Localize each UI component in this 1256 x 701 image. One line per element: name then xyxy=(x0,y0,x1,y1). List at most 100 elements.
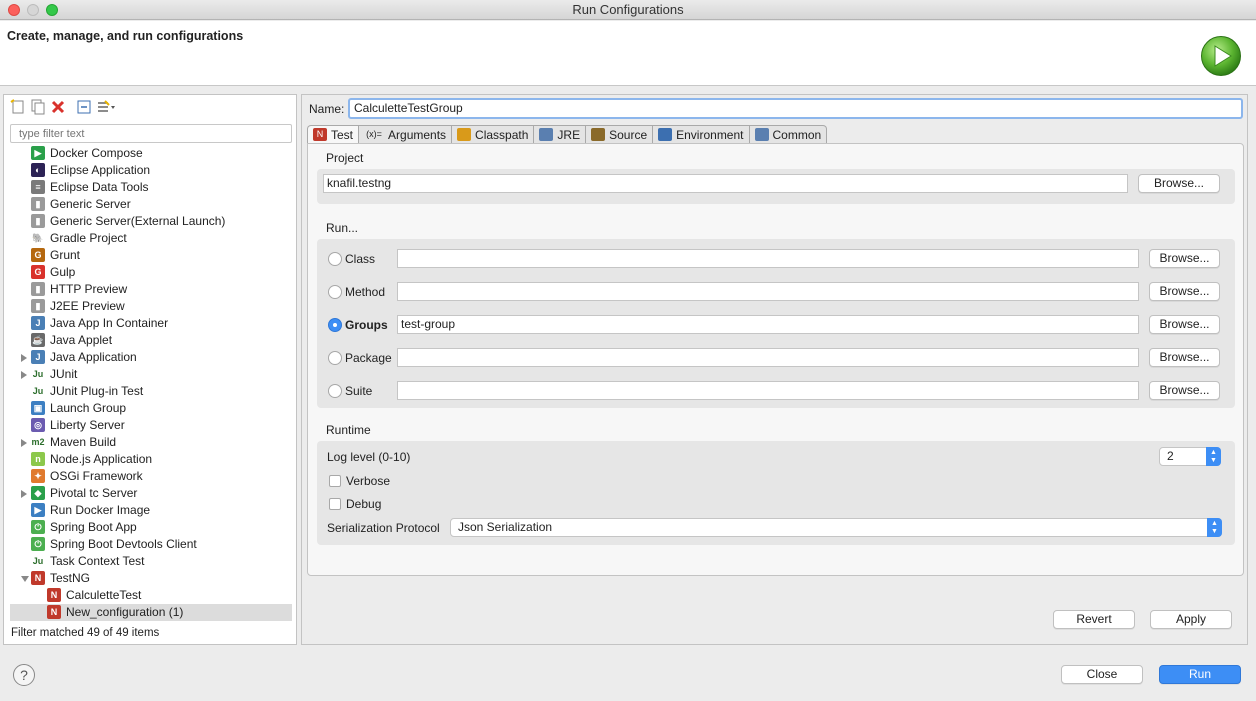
classpath-icon xyxy=(457,128,472,141)
class-browse-button[interactable]: Browse... xyxy=(1149,249,1220,268)
class-label: Class xyxy=(345,252,376,266)
tab-source[interactable]: Source xyxy=(586,125,654,144)
tree-item[interactable]: J Java Application xyxy=(4,349,296,366)
tree-item[interactable]: ▮ Generic Server(External Launch) xyxy=(4,213,296,230)
new-configuration-icon[interactable] xyxy=(10,99,26,115)
close-button[interactable]: Close xyxy=(1061,665,1143,684)
tree-item-label: JUnit xyxy=(50,367,78,381)
tab-common[interactable]: Common xyxy=(749,125,828,144)
package-input[interactable] xyxy=(397,348,1139,367)
tree-item[interactable]: G Grunt xyxy=(4,247,296,264)
method-input[interactable] xyxy=(397,282,1139,301)
debug-label: Debug xyxy=(346,497,382,511)
tree-item[interactable]: Ju Task Context Test xyxy=(4,553,296,570)
liberty-icon: ◎ xyxy=(31,418,45,432)
tree-item[interactable]: ≡ Eclipse Data Tools xyxy=(4,179,296,196)
tree-item[interactable]: ▮ Generic Server xyxy=(4,196,296,213)
tree-item[interactable]: ◎ Liberty Server xyxy=(4,417,296,434)
collapsed-chevron-icon[interactable] xyxy=(21,439,27,447)
tree-item[interactable]: Ju JUnit Plug-in Test xyxy=(4,383,296,400)
class-radio[interactable] xyxy=(328,252,342,266)
close-window-button[interactable] xyxy=(8,4,20,16)
tree-item[interactable]: N CalculetteTest xyxy=(4,587,296,604)
tab-test[interactable]: N Test xyxy=(307,125,360,144)
collapsed-chevron-icon[interactable] xyxy=(21,371,27,379)
log-level-select[interactable]: 2 ▲ ▼ xyxy=(1159,447,1221,466)
project-input[interactable]: knafil.testng xyxy=(323,174,1128,193)
tree-item-label: JUnit Plug-in Test xyxy=(50,384,144,398)
tab-environment[interactable]: Environment xyxy=(653,125,750,144)
tree-item[interactable]: J Java App In Container xyxy=(4,315,296,332)
configuration-editor-panel: Name: CalculetteTestGroup N Test (x)= Argum… xyxy=(301,94,1248,645)
tree-item[interactable]: ▶ Run Docker Image xyxy=(4,502,296,519)
maximize-window-button[interactable] xyxy=(46,4,58,16)
package-label: Package xyxy=(345,351,392,365)
docker-icon: ▶ xyxy=(31,503,45,517)
tree-item[interactable]: ▣ Launch Group xyxy=(4,400,296,417)
tree-item[interactable]: ◆ Pivotal tc Server xyxy=(4,485,296,502)
suite-input[interactable] xyxy=(397,381,1139,400)
tree-item[interactable]: ⏻ Spring Boot Devtools Client xyxy=(4,536,296,553)
tree-item[interactable]: ✦ OSGi Framework xyxy=(4,468,296,485)
package-radio[interactable] xyxy=(328,351,342,365)
debug-checkbox[interactable] xyxy=(329,498,341,510)
chevron-updown-icon: ▲ ▼ xyxy=(1207,518,1222,537)
tree-item-label: Maven Build xyxy=(50,435,117,449)
filter-input[interactable] xyxy=(10,124,292,143)
tab-label: Classpath xyxy=(475,127,529,142)
filter-configurations-icon[interactable] xyxy=(96,99,115,115)
tree-item[interactable]: N New_configuration (1) xyxy=(10,604,292,621)
suite-browse-button[interactable]: Browse... xyxy=(1149,381,1220,400)
verbose-label: Verbose xyxy=(346,474,391,488)
tree-item[interactable]: ▶ Docker Compose xyxy=(4,145,296,162)
dialog-banner: Create, manage, and run configurations xyxy=(0,21,1256,86)
minimize-window-button[interactable] xyxy=(27,4,39,16)
dialog-footer: ? Close Run xyxy=(0,652,1256,701)
class-input[interactable] xyxy=(397,249,1139,268)
delete-configuration-icon[interactable] xyxy=(50,99,66,115)
collapse-all-icon[interactable] xyxy=(76,99,92,115)
verbose-checkbox[interactable] xyxy=(329,475,341,487)
help-icon[interactable]: ? xyxy=(13,664,35,686)
package-browse-button[interactable]: Browse... xyxy=(1149,348,1220,367)
groups-radio[interactable] xyxy=(328,318,342,332)
tree-item[interactable]: N TestNG xyxy=(4,570,296,587)
tree-item[interactable]: ▮ HTTP Preview xyxy=(4,281,296,298)
junit-plugin-icon: Ju xyxy=(31,384,45,398)
tree-item[interactable]: m2 Maven Build xyxy=(4,434,296,451)
osgi-icon: ✦ xyxy=(31,469,45,483)
groups-input[interactable]: test-group xyxy=(397,315,1139,334)
log-level-value: 2 xyxy=(1167,449,1174,463)
apply-button[interactable]: Apply xyxy=(1150,610,1232,629)
tab-jre[interactable]: JRE xyxy=(534,125,587,144)
expanded-chevron-icon[interactable] xyxy=(21,576,29,582)
method-radio[interactable] xyxy=(328,285,342,299)
collapsed-chevron-icon[interactable] xyxy=(21,490,27,498)
tree-item[interactable]: ▮ J2EE Preview xyxy=(4,298,296,315)
serialization-label: Serialization Protocol xyxy=(327,521,440,535)
project-browse-button[interactable]: Browse... xyxy=(1138,174,1220,193)
junit-icon: Ju xyxy=(31,367,45,381)
tree-item[interactable]: ◐ Eclipse Application xyxy=(4,162,296,179)
tab-label: JRE xyxy=(557,127,581,142)
tree-item[interactable]: ⏻ Spring Boot App xyxy=(4,519,296,536)
tree-item[interactable]: G Gulp xyxy=(4,264,296,281)
tab-classpath[interactable]: Classpath xyxy=(452,125,535,144)
tree-item[interactable]: ☕ Java Applet xyxy=(4,332,296,349)
tab-arguments[interactable]: (x)= Arguments xyxy=(359,125,453,144)
tree-item[interactable]: n Node.js Application xyxy=(4,451,296,468)
groups-browse-button[interactable]: Browse... xyxy=(1149,315,1220,334)
run-button[interactable]: Run xyxy=(1159,665,1241,684)
name-input[interactable]: CalculetteTestGroup xyxy=(348,98,1243,119)
tab-label: Environment xyxy=(676,127,744,142)
tree-item[interactable]: 🐘 Gradle Project xyxy=(4,230,296,247)
serialization-select[interactable]: Json Serialization ▲ ▼ xyxy=(450,518,1222,537)
revert-button[interactable]: Revert xyxy=(1053,610,1135,629)
nodejs-icon: n xyxy=(31,452,45,466)
method-browse-button[interactable]: Browse... xyxy=(1149,282,1220,301)
duplicate-configuration-icon[interactable] xyxy=(30,99,46,115)
runtime-group: Log level (0-10) 2 ▲ ▼ Verbose Debug Seri… xyxy=(317,441,1235,545)
tree-item[interactable]: Ju JUnit xyxy=(4,366,296,383)
suite-radio[interactable] xyxy=(328,384,342,398)
collapsed-chevron-icon[interactable] xyxy=(21,354,27,362)
